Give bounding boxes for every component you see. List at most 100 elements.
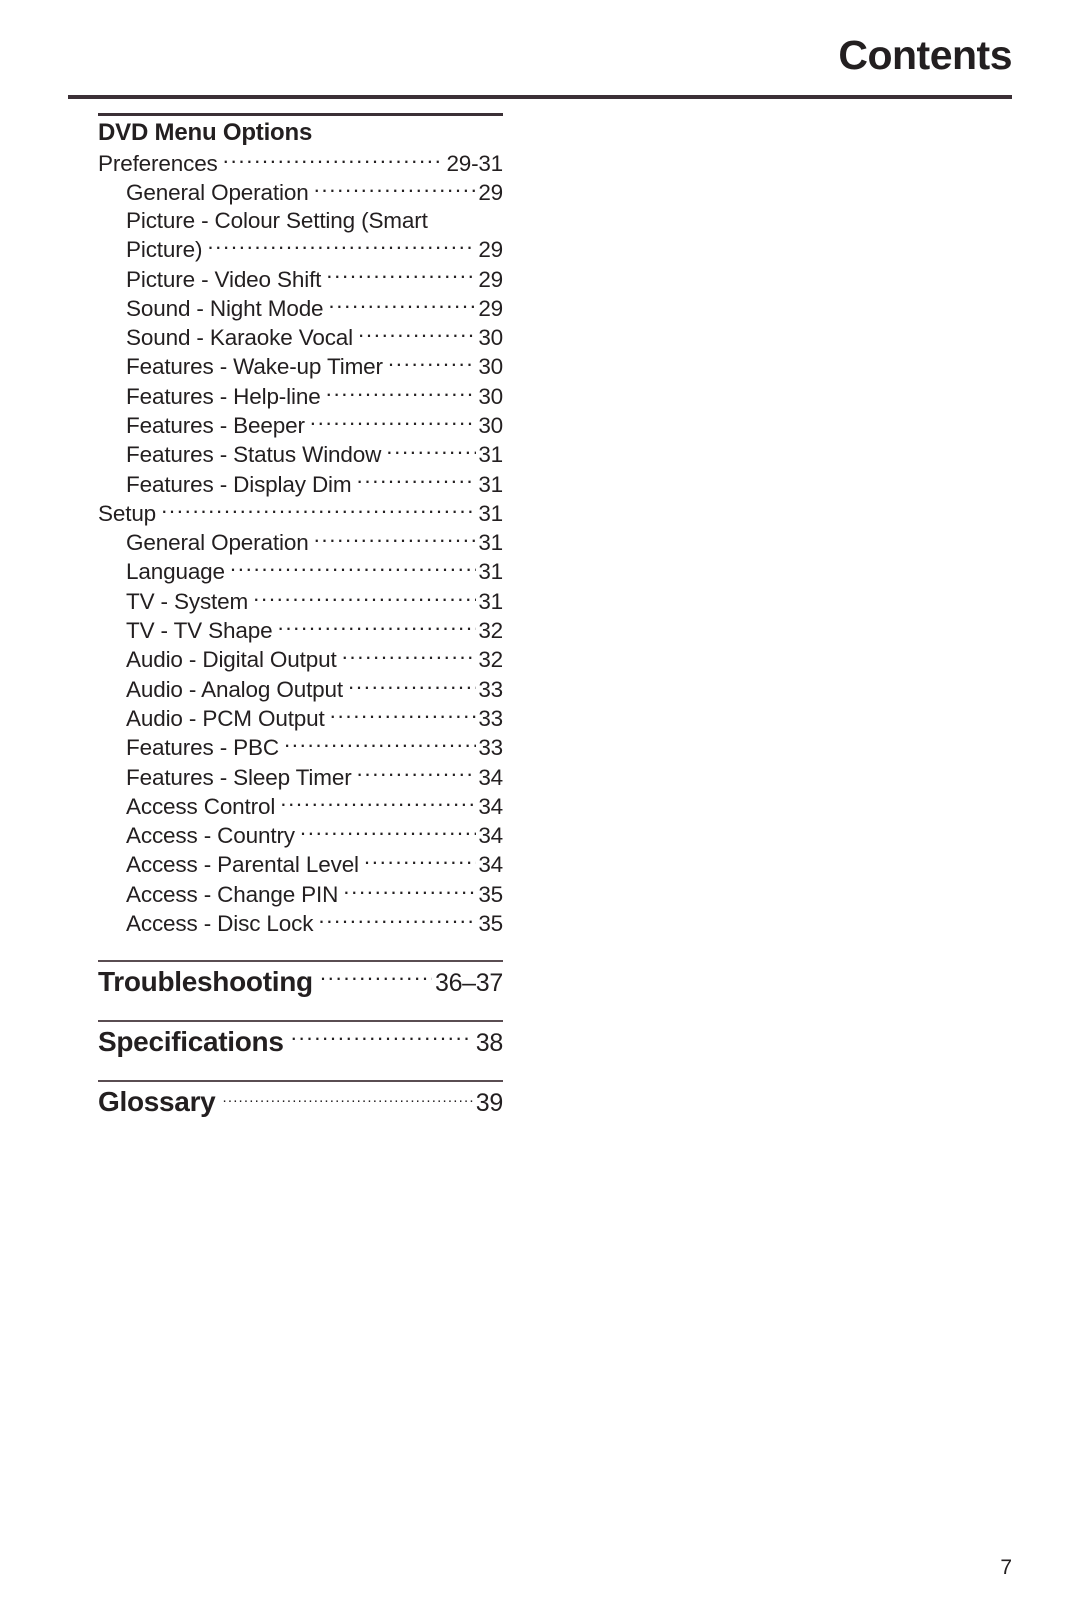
toc-entry-page-number: 35 — [478, 911, 503, 937]
toc-leader-dots — [348, 674, 476, 697]
toc-entry-label: General Operation — [126, 180, 309, 206]
toc-leader-dots — [364, 850, 476, 873]
toc-entry[interactable]: Access - Country 34 — [98, 821, 503, 850]
section-divider — [98, 1079, 503, 1082]
toc-leader-dots — [207, 235, 476, 258]
toc-entry-page-number: 29 — [478, 237, 503, 263]
toc-leader-dots — [161, 498, 476, 521]
document-page: Contents DVD Menu Options Preferences 29-… — [0, 0, 1080, 1618]
toc-entry[interactable]: Features - Display Dim 31 — [98, 469, 503, 498]
toc-section[interactable]: Specifications 38 — [98, 1019, 503, 1058]
toc-entry-page-number: 35 — [478, 881, 503, 907]
toc-entry-label: Preferences — [98, 150, 218, 176]
toc-leader-dots — [318, 909, 476, 932]
toc-entry-page-number: 31 — [478, 442, 503, 468]
toc-entry[interactable]: Access - Change PIN 35 — [98, 879, 503, 908]
toc-entry-label: Access - Country — [126, 823, 295, 849]
toc-entry[interactable]: Language 31 — [98, 557, 503, 586]
toc-section-page-number: 38 — [475, 1028, 504, 1057]
toc-entry-label: Setup — [98, 500, 157, 526]
toc-entry-label: TV - System — [126, 588, 249, 614]
toc-leader-dots — [314, 528, 477, 551]
toc-leader-dots — [291, 1035, 473, 1051]
toc-entry[interactable]: Picture) 29 — [98, 235, 503, 264]
toc-leader-dots — [388, 352, 476, 375]
toc-entry[interactable]: General Operation 29 — [98, 178, 503, 207]
toc-entry[interactable]: Access - Disc Lock 35 — [98, 909, 503, 938]
toc-entry-label: Audio - Digital Output — [126, 647, 337, 673]
toc-entry[interactable]: Picture - Video Shift 29 — [98, 264, 503, 293]
toc-section-list: Troubleshooting 36–37 Specifications 38 Glos… — [98, 959, 503, 1118]
toc-entry-page-number: 34 — [478, 823, 503, 849]
toc-entry[interactable]: Audio - PCM Output 33 — [98, 703, 503, 732]
section-divider — [98, 1019, 503, 1022]
page-title: Contents — [838, 32, 1012, 78]
toc-entry-label: Features - Wake-up Timer — [126, 354, 383, 380]
toc-entry-label: Features - Sleep Timer — [126, 764, 352, 790]
toc-entry[interactable]: Features - Beeper 30 — [98, 410, 503, 439]
toc-section-row[interactable]: Specifications 38 — [98, 1026, 503, 1058]
toc-entry-page-number: 31 — [478, 530, 503, 556]
toc-entry-page-number: 31 — [478, 500, 503, 526]
toc-section-page-number: 36–37 — [434, 968, 503, 997]
toc-entry-label: Sound - Karaoke Vocal — [126, 325, 354, 351]
toc-section[interactable]: Troubleshooting 36–37 — [98, 959, 503, 998]
toc-entry[interactable]: Features - Sleep Timer 34 — [98, 762, 503, 791]
toc-entry-page-number: 31 — [478, 588, 503, 614]
toc-entry-label: TV - TV Shape — [126, 618, 273, 644]
toc-entry[interactable]: Access Control 34 — [98, 791, 503, 820]
toc-section-row[interactable]: Troubleshooting 36–37 — [98, 966, 503, 998]
toc-leader-dots — [223, 148, 445, 171]
toc-entry-page-number: 29 — [478, 266, 503, 292]
toc-entry[interactable]: Features - Status Window 31 — [98, 440, 503, 469]
toc-entry-label: Access Control — [126, 793, 276, 819]
toc-entry-page-number: 30 — [478, 354, 503, 380]
toc-entry-page-number: 29 — [478, 295, 503, 321]
toc-leader-dots — [326, 264, 476, 287]
toc-entry[interactable]: General Operation 31 — [98, 528, 503, 557]
toc-leader-dots — [230, 557, 476, 580]
toc-entry[interactable]: TV - TV Shape 32 — [98, 616, 503, 645]
toc-leader-dots — [314, 178, 477, 201]
toc-entry[interactable]: Features - Wake-up Timer 30 — [98, 352, 503, 381]
toc-entry-label: Audio - Analog Output — [126, 676, 344, 702]
toc-entry[interactable]: Audio - Digital Output 32 — [98, 645, 503, 674]
toc-entry-page-number: 33 — [478, 705, 503, 731]
toc-leader-dots — [326, 381, 477, 404]
toc-entry-page-number: 31 — [478, 559, 503, 585]
toc-entry[interactable]: Sound - Karaoke Vocal 30 — [98, 323, 503, 352]
toc-entry-label: Picture - Colour Setting (Smart — [126, 207, 428, 233]
toc-entry[interactable]: Sound - Night Mode 29 — [98, 293, 503, 322]
toc-entry[interactable]: Audio - Analog Output 33 — [98, 674, 503, 703]
toc-section[interactable]: Glossary 39 — [98, 1079, 503, 1118]
toc-entry[interactable]: Preferences 29-31 — [98, 148, 503, 177]
toc-entry-label: Features - PBC — [126, 735, 279, 761]
section-divider — [98, 959, 503, 962]
toc-entry[interactable]: TV - System 31 — [98, 586, 503, 615]
toc-leader-dots — [357, 762, 477, 785]
toc-entry[interactable]: Setup 31 — [98, 498, 503, 527]
toc-entry[interactable]: Features - PBC 33 — [98, 733, 503, 762]
toc-section-row[interactable]: Glossary 39 — [98, 1086, 503, 1118]
toc-section-page-number: 39 — [475, 1088, 504, 1117]
toc-group-title-dvd-menu-options: DVD Menu Options — [98, 119, 313, 146]
toc-section-label: Glossary — [98, 1085, 216, 1117]
toc-section-label: Troubleshooting — [98, 965, 313, 997]
toc-entry-label: Features - Help-line — [126, 383, 321, 409]
toc-leader-dots — [330, 703, 477, 726]
toc-entry-page-number: 29 — [478, 180, 503, 206]
toc-entry-page-number: 30 — [478, 383, 503, 409]
toc-entry-page-number: 30 — [478, 412, 503, 438]
toc-entry-page-number: 29-31 — [446, 150, 503, 176]
toc-leader-dots — [357, 469, 477, 492]
toc-leader-dots — [284, 733, 476, 756]
toc-entry[interactable]: Picture - Colour Setting (Smart — [98, 207, 503, 235]
toc-entry-page-number: 31 — [478, 471, 503, 497]
group-divider-dvd-menu-options — [98, 113, 503, 116]
toc-entry[interactable]: Features - Help-line 30 — [98, 381, 503, 410]
toc-entry[interactable]: Access - Parental Level 34 — [98, 850, 503, 879]
toc-entry-page-number: 34 — [478, 852, 503, 878]
toc-entry-label: Audio - PCM Output — [126, 705, 325, 731]
toc-leader-dots — [328, 293, 476, 316]
toc-entry-label: Picture - Video Shift — [126, 266, 322, 292]
